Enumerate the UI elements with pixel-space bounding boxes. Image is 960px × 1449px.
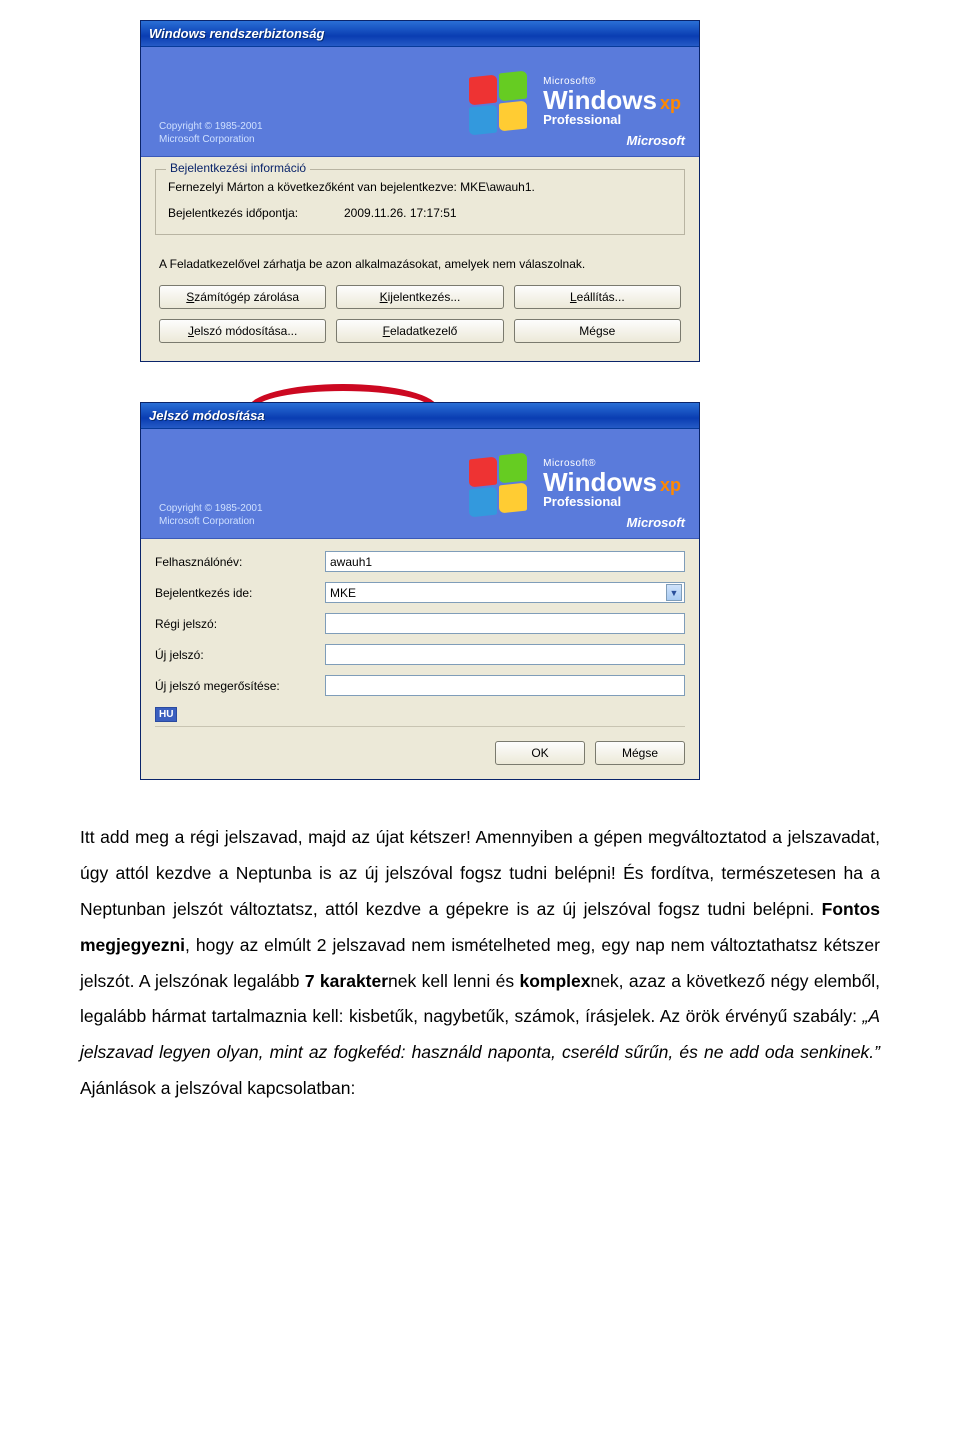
domain-label: Bejelentkezés ide: bbox=[155, 586, 325, 600]
brand-strip-2: Copyright © 1985-2001 Microsoft Corporat… bbox=[141, 429, 699, 539]
instruction-paragraph: Itt add meg a régi jelszavad, majd az új… bbox=[0, 820, 960, 1107]
copyright-line1-2: Copyright © 1985-2001 bbox=[159, 502, 263, 515]
cancel-button-2[interactable]: Mégse bbox=[595, 741, 685, 765]
copyright-line2-2: Microsoft Corporation bbox=[159, 515, 263, 528]
login-info-groupbox: Bejelentkezési információ Fernezelyi Már… bbox=[155, 169, 685, 235]
ok-button[interactable]: OK bbox=[495, 741, 585, 765]
microsoft-corner-2: Microsoft bbox=[627, 515, 686, 530]
logged-in-as: Fernezelyi Márton a következőként van be… bbox=[168, 180, 672, 194]
security-dialog: Windows rendszerbiztonság Copyright © 19… bbox=[140, 20, 700, 362]
professional-word-2: Professional bbox=[543, 495, 681, 508]
windows-word: Windows bbox=[543, 87, 657, 113]
body-bold2: 7 karakter bbox=[305, 971, 388, 991]
username-label: Felhasználónév: bbox=[155, 555, 325, 569]
professional-word: Professional bbox=[543, 113, 681, 126]
body-p1e: Ajánlások a jelszóval kapcsolatban: bbox=[80, 1078, 355, 1098]
domain-select[interactable]: MKE ▼ bbox=[325, 582, 685, 603]
microsoft-corner: Microsoft bbox=[627, 133, 686, 148]
task-manager-button[interactable]: Feladatkezelő bbox=[336, 319, 503, 343]
change-password-dialog-title: Jelszó módosítása bbox=[141, 403, 699, 429]
security-dialog-title: Windows rendszerbiztonság bbox=[141, 21, 699, 47]
username-input[interactable] bbox=[325, 551, 685, 572]
body-bold3: komplex bbox=[519, 971, 590, 991]
windows-word-2: Windows bbox=[543, 469, 657, 495]
xp-badge-2: xp bbox=[660, 476, 681, 494]
old-password-input[interactable] bbox=[325, 613, 685, 634]
copyright-line2: Microsoft Corporation bbox=[159, 133, 263, 146]
language-indicator: HU bbox=[155, 707, 177, 722]
windows-logo-2: Microsoft® Windows xp Professional bbox=[469, 454, 681, 514]
xp-badge: xp bbox=[660, 94, 681, 112]
cancel-button[interactable]: Mégse bbox=[514, 319, 681, 343]
taskmgr-explain: A Feladatkezelővel zárhatja be azon alka… bbox=[155, 243, 685, 279]
body-p1c: nek kell lenni és bbox=[388, 971, 519, 991]
change-password-dialog: Jelszó módosítása Copyright © 1985-2001 … bbox=[140, 402, 700, 780]
groupbox-legend: Bejelentkezési információ bbox=[166, 161, 310, 175]
body-p1a: Itt add meg a régi jelszavad, majd az új… bbox=[80, 827, 880, 919]
domain-value: MKE bbox=[330, 586, 356, 600]
copyright-line1: Copyright © 1985-2001 bbox=[159, 120, 263, 133]
windows-flag-icon bbox=[469, 454, 529, 514]
change-password-button[interactable]: Jelszó módosítása... bbox=[159, 319, 326, 343]
lock-computer-button[interactable]: Számítógép zárolása bbox=[159, 285, 326, 309]
logout-button[interactable]: Kijelentkezés... bbox=[336, 285, 503, 309]
old-password-label: Régi jelszó: bbox=[155, 617, 325, 631]
brand-strip: Copyright © 1985-2001 Microsoft Corporat… bbox=[141, 47, 699, 157]
chevron-down-icon: ▼ bbox=[666, 584, 682, 601]
windows-flag-icon bbox=[469, 72, 529, 132]
shutdown-button[interactable]: Leállítás... bbox=[514, 285, 681, 309]
login-time-label: Bejelentkezés időpontja: bbox=[168, 206, 328, 220]
windows-logo: Microsoft® Windows xp Professional bbox=[469, 72, 681, 132]
new-password-input[interactable] bbox=[325, 644, 685, 665]
login-time-value: 2009.11.26. 17:17:51 bbox=[344, 206, 457, 220]
confirm-password-input[interactable] bbox=[325, 675, 685, 696]
new-password-label: Új jelszó: bbox=[155, 648, 325, 662]
confirm-password-label: Új jelszó megerősítése: bbox=[155, 679, 325, 693]
